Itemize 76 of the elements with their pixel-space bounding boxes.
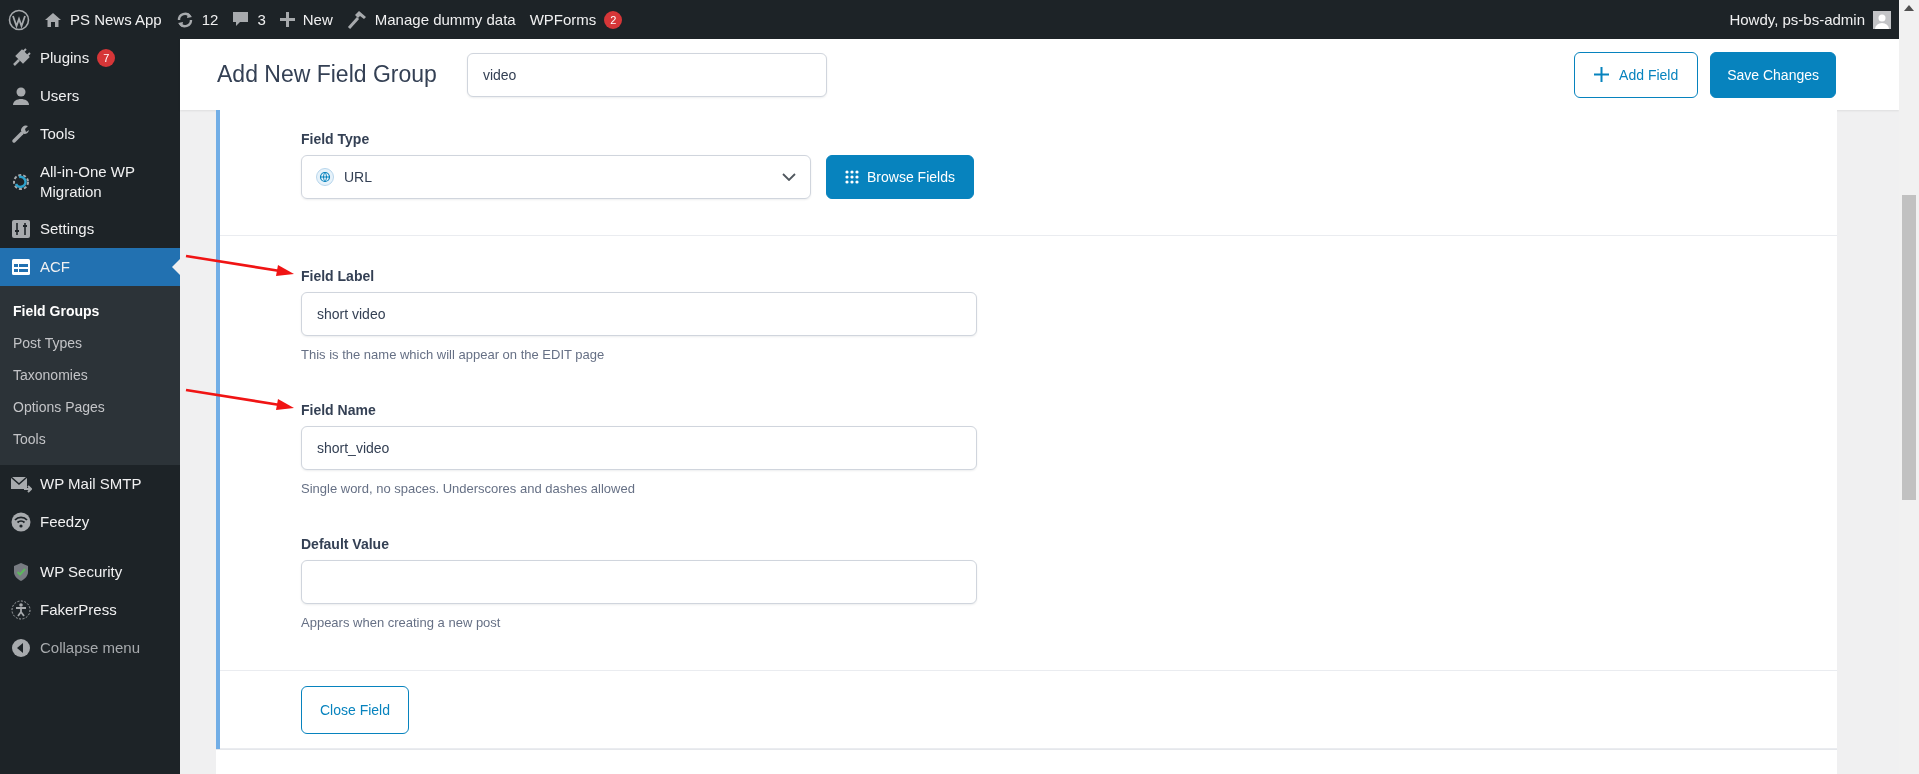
admin-bar-link[interactable]: Manage dummy data xyxy=(346,9,516,30)
text-input-field[interactable]: short_video xyxy=(301,426,977,470)
help-text: Single word, no spaces. Underscores and dashes allowed xyxy=(301,481,636,496)
scrollbar-thumb[interactable] xyxy=(1902,195,1916,500)
comment-icon xyxy=(232,11,250,28)
sliders-icon xyxy=(11,219,31,239)
field-label: Field Type xyxy=(301,131,371,147)
plus-icon xyxy=(1594,67,1610,82)
help-text: This is the name which will appear on the EDIT page xyxy=(301,347,606,362)
globe-icon xyxy=(316,168,334,186)
collapse-icon xyxy=(11,638,31,658)
count-badge: 2 xyxy=(604,10,623,29)
plus-icon xyxy=(279,12,295,27)
submenu-item[interactable]: Tools xyxy=(0,423,180,455)
save-changes-button[interactable]: Save Changes xyxy=(1710,51,1836,98)
scroll-up-icon xyxy=(1904,5,1914,11)
help-text: Appears when creating a new post xyxy=(301,615,502,630)
wordpress-logo-link[interactable] xyxy=(8,8,30,31)
admin-bar-text: 3 xyxy=(257,11,266,28)
sidebar-menu-item[interactable]: Plugins 7 xyxy=(0,39,180,77)
title-input-field[interactable]: video xyxy=(466,52,827,97)
admin-bar-text: Manage dummy data xyxy=(374,11,516,28)
plug-icon xyxy=(11,48,31,68)
sidebar-menu-item[interactable]: Feedzy xyxy=(0,503,180,541)
user-icon xyxy=(11,86,31,106)
chevron-down-icon xyxy=(782,173,796,181)
grid-icon xyxy=(845,170,860,184)
account-link[interactable]: Howdy, ps-bs-admin xyxy=(1729,10,1891,29)
admin-bar-text: WPForms xyxy=(529,11,597,28)
sidebar-menu-item[interactable]: All-in-One WP Migration xyxy=(0,153,180,210)
admin-bar-link[interactable]: PS News App xyxy=(44,11,162,28)
admin-bar-link[interactable]: 12 xyxy=(175,10,219,29)
sidebar-menu-item[interactable]: Collapse menu xyxy=(0,629,180,667)
admin-bar-text: New xyxy=(302,11,333,28)
wifi-icon xyxy=(11,512,31,532)
greeting-text: Howdy, ps-bs-admin xyxy=(1729,11,1865,28)
accessibility-icon xyxy=(11,600,31,620)
sidebar-menu-item[interactable]: WP Security xyxy=(0,553,180,591)
scrollbar[interactable] xyxy=(1899,0,1919,774)
home-icon xyxy=(44,11,62,28)
admin-bar-text: 12 xyxy=(201,11,219,28)
shield-icon xyxy=(11,562,31,582)
submenu-item[interactable]: Taxonomies xyxy=(0,359,180,391)
admin-bar-link[interactable]: New xyxy=(279,11,333,28)
field-label: Default Value xyxy=(301,536,390,552)
hammer-icon xyxy=(346,9,367,30)
submenu-item[interactable]: Post Types xyxy=(0,327,180,359)
wordpress-logo-icon xyxy=(8,8,30,31)
spinner-icon xyxy=(11,171,31,192)
table-icon xyxy=(11,257,31,277)
submenu-item[interactable]: Field Groups xyxy=(0,295,180,327)
sidebar-menu-item[interactable]: Users xyxy=(0,77,180,115)
browse-fields-button[interactable]: Browse Fields xyxy=(826,155,974,199)
refresh-icon xyxy=(175,10,194,29)
sidebar-menu-item[interactable]: Settings xyxy=(0,210,180,248)
admin-bar-link[interactable]: WPForms 2 xyxy=(529,10,623,29)
text-input-field[interactable]: short video xyxy=(301,292,977,336)
sidebar-menu-item[interactable]: ACF xyxy=(0,248,180,286)
select-value: URL xyxy=(344,169,373,185)
close-field-button[interactable]: Close Field xyxy=(301,686,409,734)
admin-bar-text: PS News App xyxy=(70,11,162,28)
field-label: Field Name xyxy=(301,402,377,418)
add-field-button[interactable]: Add Field xyxy=(1574,51,1699,98)
field-type-select[interactable]: URL xyxy=(301,155,811,199)
sidebar-menu-item[interactable]: FakerPress xyxy=(0,591,180,629)
count-badge: 7 xyxy=(97,49,116,67)
envelope-icon xyxy=(10,474,32,494)
text-input-field[interactable] xyxy=(301,560,977,604)
sidebar-menu-item[interactable]: Tools xyxy=(0,115,180,153)
page-title: Add New Field Group xyxy=(217,61,437,88)
admin-bar-link[interactable]: 3 xyxy=(232,11,266,28)
avatar-icon xyxy=(1873,10,1891,29)
sidebar-menu-item[interactable]: WP Mail SMTP xyxy=(0,465,180,503)
field-label: Field Label xyxy=(301,268,376,284)
wrench-icon xyxy=(11,124,31,144)
submenu-item[interactable]: Options Pages xyxy=(0,391,180,423)
